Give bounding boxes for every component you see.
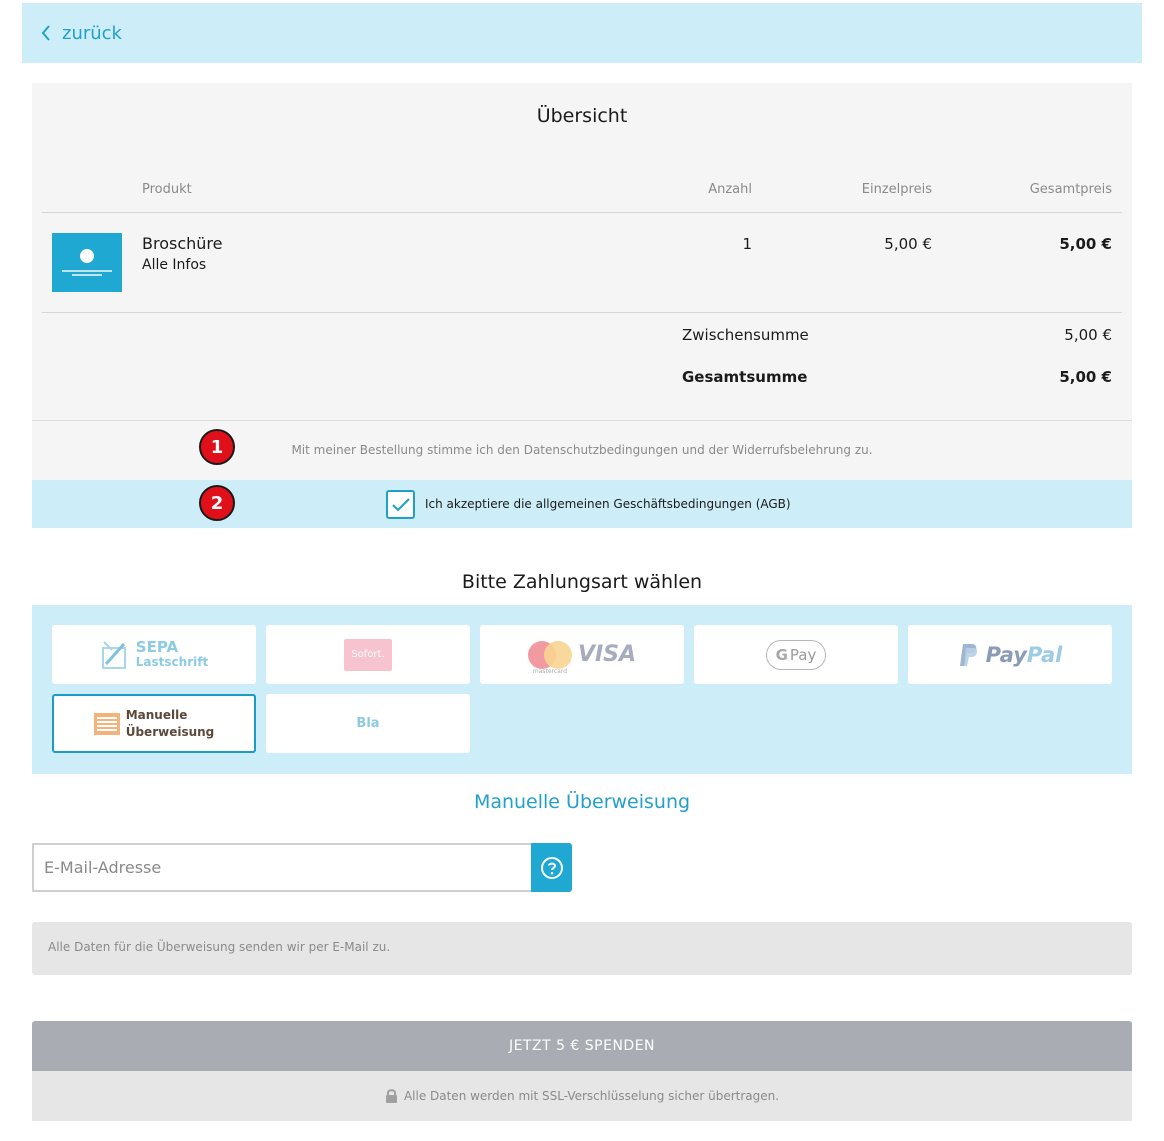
payment-methods: SEPA Lastschrift Sofort. mastercard VISA… xyxy=(32,605,1132,774)
product-name: Broschüre xyxy=(142,234,223,253)
lock-icon xyxy=(385,1089,397,1103)
google-pay-logo: G Pay xyxy=(766,639,826,670)
agb-label[interactable]: Ich akzeptiere die allgemeinen Geschäfts… xyxy=(425,497,791,511)
mastercard-logo: mastercard xyxy=(527,640,572,675)
google-pay-label: Pay xyxy=(789,645,817,664)
column-header-total-price: Gesamtpreis xyxy=(1029,182,1112,197)
column-header-unit-price: Einzelpreis xyxy=(861,182,932,197)
privacy-consent-text: Mit meiner Bestellung stimme ich den Dat… xyxy=(291,443,873,457)
agb-row: Ich akzeptiere die allgemeinen Geschäfts… xyxy=(32,480,1132,528)
grand-total-value: 5,00 € xyxy=(1059,368,1112,386)
mastercard-label: mastercard xyxy=(532,667,568,675)
divider xyxy=(42,312,1122,313)
back-link[interactable]: zurück xyxy=(40,23,122,44)
product-subtitle: Alle Infos xyxy=(142,257,207,273)
overview-title: Übersicht xyxy=(536,105,628,127)
sepa-sublabel: Lastschrift xyxy=(135,655,209,670)
paypal-pay-label: Pay xyxy=(985,642,1027,667)
sepa-icon xyxy=(101,640,126,669)
column-header-quantity: Anzahl xyxy=(708,182,752,197)
google-g-label: G xyxy=(775,645,788,664)
sofort-logo: Sofort. xyxy=(344,638,392,671)
payment-method-bla[interactable]: Bla xyxy=(266,694,470,753)
agb-checkbox[interactable] xyxy=(386,490,415,519)
product-quantity: 1 xyxy=(742,235,752,253)
transfer-info-text: Alle Daten für die Überweisung senden wi… xyxy=(48,940,391,954)
payment-method-google-pay[interactable]: G Pay xyxy=(694,625,898,684)
privacy-consent: Mit meiner Bestellung stimme ich den Dat… xyxy=(32,420,1132,480)
annotation-badge-1: 1 xyxy=(199,429,235,465)
subtotal-value: 5,00 € xyxy=(1064,326,1112,344)
divider xyxy=(42,212,1122,213)
checkmark-icon xyxy=(391,497,410,511)
email-input[interactable] xyxy=(32,843,531,892)
payment-method-sofort[interactable]: Sofort. xyxy=(266,625,470,684)
sofort-label: Sofort. xyxy=(351,649,385,660)
ssl-notice-text: Alle Daten werden mit SSL-Verschlüsselun… xyxy=(403,1089,780,1103)
back-bar: zurück xyxy=(22,3,1142,63)
payment-method-sepa[interactable]: SEPA Lastschrift xyxy=(52,625,256,684)
payment-method-manual-transfer[interactable]: Manuelle Überweisung xyxy=(52,694,256,753)
subtotal-label: Zwischensumme xyxy=(682,326,809,344)
visa-logo: VISA xyxy=(577,642,637,667)
bla-label: Bla xyxy=(356,716,380,731)
order-overview: Übersicht Produkt Anzahl Einzelpreis Ges… xyxy=(32,83,1132,420)
sepa-label: SEPA xyxy=(135,638,179,657)
manual-transfer-label-line2: Überweisung xyxy=(125,724,215,739)
product-thumbnail xyxy=(52,233,122,292)
ssl-notice: Alle Daten werden mit SSL-Verschlüsselun… xyxy=(32,1071,1132,1121)
payment-title: Bitte Zahlungsart wählen xyxy=(461,571,703,593)
grand-total-label: Gesamtsumme xyxy=(682,368,808,386)
payment-method-card[interactable]: mastercard VISA xyxy=(480,625,684,684)
donate-button[interactable]: JETZT 5 € SPENDEN xyxy=(32,1021,1132,1071)
annotation-badge-2: 2 xyxy=(199,485,235,521)
back-label: zurück xyxy=(62,22,122,44)
paypal-p-icon xyxy=(959,643,977,666)
transfer-info-box: Alle Daten für die Überweisung senden wi… xyxy=(32,922,1132,975)
column-header-product: Produkt xyxy=(142,182,192,197)
selected-method-title: Manuelle Überweisung xyxy=(473,791,691,813)
product-unit-price: 5,00 € xyxy=(884,235,932,253)
paypal-pal-label: Pal xyxy=(1026,642,1063,667)
chevron-left-icon xyxy=(41,25,50,41)
product-total-price: 5,00 € xyxy=(1059,235,1112,253)
paypal-logo: PayPal xyxy=(958,642,1063,668)
help-button[interactable] xyxy=(531,843,572,892)
payment-method-paypal[interactable]: PayPal xyxy=(908,625,1112,684)
manual-transfer-label-line1: Manuelle xyxy=(125,707,188,722)
question-circle-icon xyxy=(540,856,563,879)
bank-transfer-icon xyxy=(93,712,120,735)
